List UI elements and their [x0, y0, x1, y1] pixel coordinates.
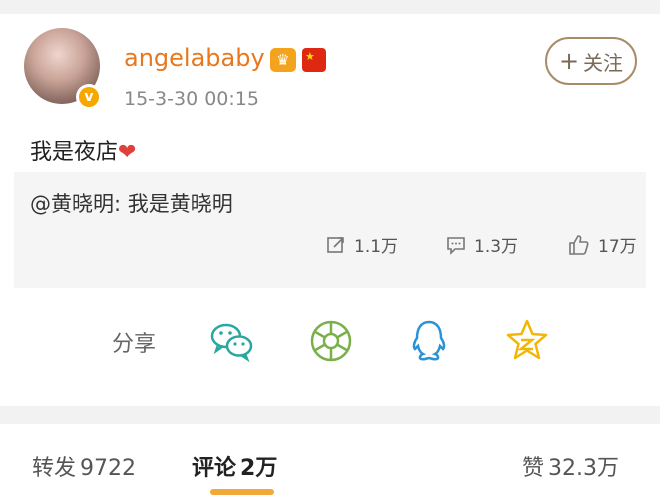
crown-icon: ♛ — [270, 48, 296, 72]
tab-reposts-label: 转发 — [32, 456, 77, 481]
repost-count: 1.1万 — [354, 237, 399, 257]
tab-reposts-count: 9722 — [80, 456, 137, 481]
active-tab-indicator — [210, 489, 274, 495]
comment-count-button[interactable]: 1.3万 — [446, 232, 518, 257]
post-content: 我是夜店❤ — [30, 134, 136, 166]
tab-likes[interactable]: 赞 32.3万 — [522, 450, 619, 482]
like-count: 17万 — [598, 237, 637, 257]
tab-likes-count: 32.3万 — [548, 456, 620, 481]
follow-button-label: 关注 — [583, 50, 624, 75]
share-row: 分享 — [0, 318, 660, 364]
section-divider — [0, 406, 660, 424]
tab-comments-label: 评论 — [192, 456, 237, 481]
tab-bar: 转发 9722 评论 2万 赞 32.3万 — [0, 424, 660, 495]
follow-button[interactable]: + 关注 — [545, 37, 637, 85]
tab-reposts[interactable]: 转发 9722 — [32, 450, 136, 482]
tab-likes-label: 赞 — [522, 456, 545, 481]
repost-text[interactable]: @黄晓明: 我是黄晓明 — [30, 188, 233, 218]
like-count-button[interactable]: 17万 — [568, 232, 637, 257]
thumbs-up-icon — [569, 234, 589, 255]
repost-icon — [327, 236, 344, 253]
tab-comments-count: 2万 — [240, 456, 278, 481]
china-flag-icon: ★ — [302, 48, 326, 72]
repost-box[interactable]: @黄晓明: 我是黄晓明 1.1万 1.3万 17万 — [14, 172, 646, 288]
moments-icon[interactable] — [308, 318, 354, 364]
share-label: 分享 — [112, 332, 157, 357]
tab-comments[interactable]: 评论 2万 — [192, 450, 277, 482]
username[interactable]: angelababy — [124, 44, 265, 72]
wechat-icon[interactable] — [208, 318, 254, 364]
heart-icon: ❤ — [118, 140, 137, 165]
plus-icon: + — [558, 47, 580, 75]
comment-count: 1.3万 — [474, 237, 519, 257]
top-strip — [0, 0, 660, 14]
comment-icon — [447, 236, 465, 255]
post-text: 我是夜店 — [30, 140, 119, 165]
qzone-icon[interactable] — [504, 318, 550, 364]
verified-badge-icon: v — [76, 84, 102, 110]
repost-count-button[interactable]: 1.1万 — [326, 232, 398, 257]
qq-icon[interactable] — [406, 318, 452, 364]
post-timestamp: 15-3-30 00:15 — [124, 88, 259, 110]
